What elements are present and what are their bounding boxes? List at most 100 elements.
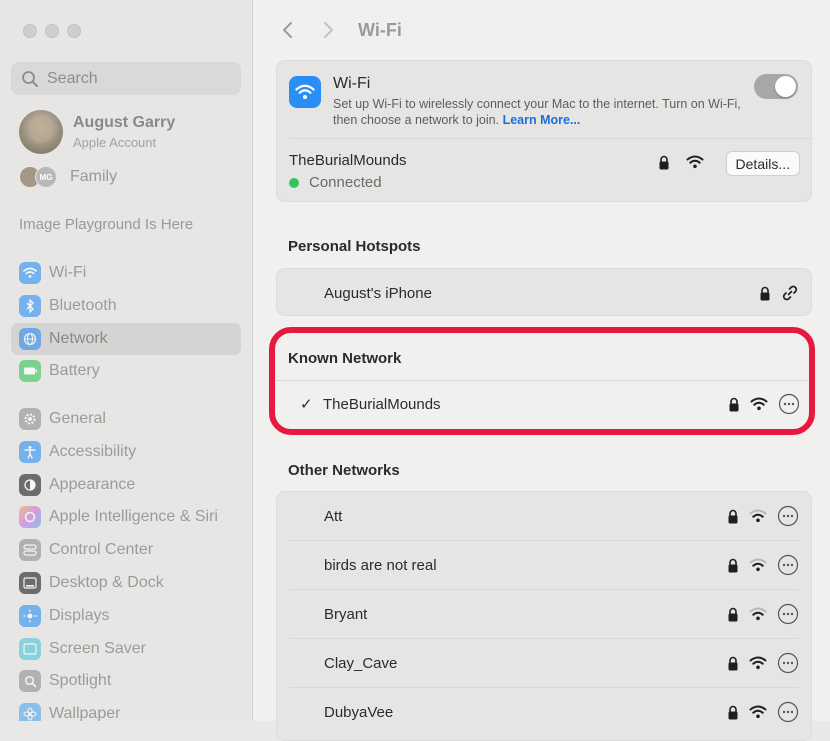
accessibility-icon (19, 440, 41, 463)
sidebar-item-displays[interactable]: Displays (11, 600, 241, 632)
wifi-signal-icon (686, 155, 704, 169)
sidebar-item-label: Apple Intelligence & Siri (49, 508, 218, 526)
siri-icon (19, 506, 41, 529)
list-item[interactable]: Bryant (277, 590, 811, 638)
divider (289, 138, 811, 139)
back-button[interactable] (278, 20, 298, 40)
search-field[interactable]: Search (11, 62, 241, 95)
apple-account-item[interactable]: August Garry Apple Account (19, 110, 175, 154)
details-button[interactable]: Details... (725, 151, 800, 176)
sidebar-item-wifi[interactable]: Wi-Fi (11, 257, 241, 289)
lock-icon (728, 705, 738, 719)
sidebar: Search August Garry Apple Account MG Fam… (0, 0, 253, 721)
sidebar-item-control-center[interactable]: Control Center (11, 534, 241, 566)
wifi-description: Set up Wi-Fi to wirelessly connect your … (333, 96, 743, 128)
control-center-icon (19, 539, 41, 562)
gear-icon (19, 408, 41, 430)
toolbar: Wi-Fi (253, 0, 830, 60)
sidebar-item-label: Desktop & Dock (49, 573, 164, 591)
more-options-icon[interactable] (777, 603, 799, 625)
window-controls (23, 24, 81, 38)
zoom-window-button[interactable] (67, 24, 81, 38)
sidebar-item-spotlight[interactable]: Spotlight (11, 665, 241, 697)
network-name: Clay_Cave (324, 654, 398, 672)
sidebar-item-label: Screen Saver (49, 639, 146, 657)
close-window-button[interactable] (23, 24, 37, 38)
row-icons (727, 505, 799, 527)
wifi-toggle[interactable] (754, 74, 798, 99)
battery-icon (19, 360, 41, 383)
flower-icon (19, 703, 41, 721)
list-item[interactable]: birds are not real (277, 541, 811, 589)
bluetooth-icon (19, 294, 41, 317)
hotspot-name: August's iPhone (324, 284, 432, 302)
personal-hotspots-list: August's iPhone (276, 268, 812, 316)
lock-icon (728, 607, 738, 621)
list-item[interactable]: Clay_Cave (277, 639, 811, 687)
list-item[interactable]: Att (277, 492, 811, 540)
forward-button[interactable] (318, 20, 338, 40)
current-network-name: TheBurialMounds (289, 152, 407, 169)
sidebar-item-label: Accessibility (49, 442, 137, 460)
sidebar-item-screen-saver[interactable]: Screen Saver (11, 633, 241, 665)
highlight-annotation (269, 327, 815, 435)
lock-icon (728, 558, 738, 572)
learn-more-link[interactable]: Learn More... (503, 113, 581, 127)
account-subtitle: Apple Account (73, 135, 157, 150)
sidebar-item-appearance[interactable]: Appearance (11, 469, 241, 501)
dock-icon (19, 571, 41, 594)
sidebar-group-connectivity: Wi-Fi Bluetooth Network Battery (11, 257, 241, 388)
other-networks-heading: Other Networks (288, 462, 400, 479)
network-name: DubyaVee (324, 703, 394, 721)
sidebar-item-general[interactable]: General (11, 403, 241, 435)
search-icon (19, 670, 41, 693)
sidebar-item-label: Displays (49, 606, 110, 624)
page-title: Wi-Fi (358, 19, 402, 40)
lock-icon (728, 509, 738, 523)
lock-icon (760, 286, 770, 300)
more-options-icon[interactable] (777, 701, 799, 723)
sidebar-item-battery[interactable]: Battery (11, 355, 241, 387)
list-item[interactable]: DubyaVee (277, 688, 811, 736)
account-name: August Garry (73, 114, 176, 131)
sidebar-group-system: General Accessibility Appearance Apple I… (11, 403, 241, 721)
family-item[interactable]: MG Family (19, 166, 117, 188)
wifi-icon (19, 262, 41, 284)
sidebar-item-apple-intelligence[interactable]: Apple Intelligence & Siri (11, 501, 241, 533)
more-options-icon[interactable] (777, 505, 799, 527)
network-name: Bryant (324, 605, 368, 623)
sidebar-item-label: Bluetooth (49, 296, 117, 314)
promo-banner[interactable]: Image Playground Is Here (19, 216, 193, 233)
other-networks-list: Att birds are not real Bryant Clay_Cave … (276, 491, 812, 741)
sidebar-item-label: General (49, 410, 106, 427)
connection-status: Connected (289, 174, 382, 191)
sun-icon (19, 604, 41, 627)
wifi-signal-weak-icon (749, 558, 767, 572)
wifi-card: Wi-Fi Set up Wi-Fi to wirelessly connect… (276, 60, 812, 202)
wifi-signal-weak-icon (749, 607, 767, 621)
connected-dot-icon (289, 177, 299, 188)
family-avatars: MG (19, 166, 63, 188)
lock-icon (728, 656, 738, 670)
sidebar-item-network[interactable]: Network (11, 322, 241, 355)
network-name: Att (324, 507, 343, 525)
more-options-icon[interactable] (777, 652, 799, 674)
list-item[interactable]: August's iPhone (277, 269, 811, 317)
sidebar-item-desktop-dock[interactable]: Desktop & Dock (11, 567, 241, 599)
sidebar-item-label: Wallpaper (49, 705, 121, 721)
sidebar-item-label: Wi-Fi (49, 264, 87, 281)
row-icons (727, 652, 799, 674)
link-icon (782, 285, 798, 301)
row-icons (727, 603, 799, 625)
screensaver-icon (19, 637, 41, 660)
minimize-window-button[interactable] (45, 24, 59, 38)
sidebar-item-wallpaper[interactable]: Wallpaper (11, 698, 241, 721)
search-icon (22, 70, 38, 87)
personal-hotspots-heading: Personal Hotspots (288, 238, 421, 255)
sidebar-item-label: Spotlight (49, 672, 112, 690)
wifi-signal-icon (749, 705, 767, 719)
sidebar-item-bluetooth[interactable]: Bluetooth (11, 290, 241, 322)
more-options-icon[interactable] (777, 554, 799, 576)
network-name: birds are not real (324, 556, 437, 574)
sidebar-item-accessibility[interactable]: Accessibility (11, 436, 241, 468)
